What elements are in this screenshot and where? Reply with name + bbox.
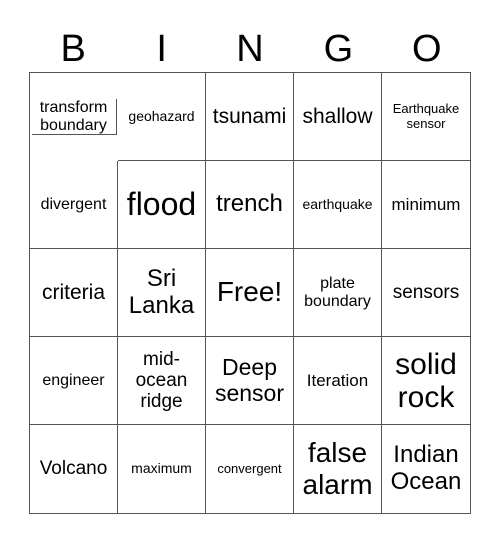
header-letter-o: O	[412, 28, 442, 70]
bingo-cell[interactable]: transform boundary	[31, 98, 117, 136]
bingo-cell[interactable]: divergent	[30, 161, 118, 249]
bingo-cell[interactable]: Indian Ocean	[382, 425, 470, 513]
bingo-cell[interactable]: plate boundary	[294, 249, 382, 337]
bingo-cell[interactable]: geohazard	[118, 73, 206, 161]
bingo-cell[interactable]: Sri Lanka	[118, 249, 206, 337]
bingo-cell[interactable]: mid-ocean ridge	[118, 337, 206, 425]
bingo-cell[interactable]: Deep sensor	[206, 337, 294, 425]
bingo-cell[interactable]: criteria	[30, 249, 118, 337]
free-space-cell[interactable]: Free!	[206, 249, 294, 337]
bingo-cell[interactable]: earthquake	[294, 161, 382, 249]
bingo-cell[interactable]: sensors	[382, 249, 470, 337]
bingo-cell[interactable]: maximum	[118, 425, 206, 513]
bingo-cell[interactable]: Iteration	[294, 337, 382, 425]
bingo-cell[interactable]: false alarm	[294, 425, 382, 513]
header-letter-b: B	[60, 28, 86, 70]
bingo-cell[interactable]: engineer	[30, 337, 118, 425]
bingo-cell[interactable]: Earthquake sensor	[382, 73, 470, 161]
header-letter-g: G	[323, 28, 354, 70]
bingo-cell[interactable]: Volcano	[30, 425, 118, 513]
bingo-header: B I N G O	[29, 26, 471, 72]
bingo-card-grid: transform boundary geohazard tsunami sha…	[29, 72, 471, 514]
bingo-cell[interactable]: trench	[206, 161, 294, 249]
bingo-cell[interactable]: minimum	[382, 161, 470, 249]
bingo-cell[interactable]: flood	[118, 161, 206, 249]
header-letter-n: N	[236, 28, 264, 70]
bingo-cell[interactable]: tsunami	[206, 73, 294, 161]
bingo-cell[interactable]: convergent	[206, 425, 294, 513]
bingo-cell[interactable]: solid rock	[382, 337, 470, 425]
bingo-cell[interactable]: shallow	[294, 73, 382, 161]
header-letter-i: I	[156, 28, 167, 70]
